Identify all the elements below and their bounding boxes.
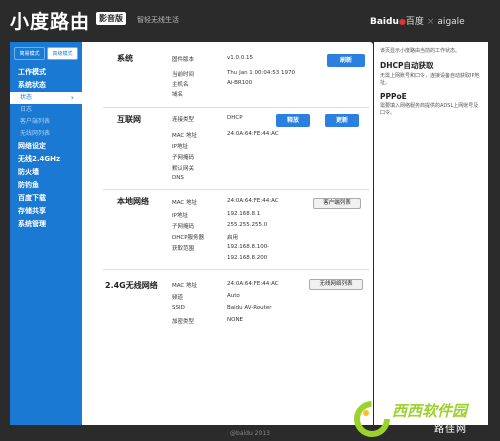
sidebar-item-9[interactable]: 防钓鱼 bbox=[10, 179, 82, 192]
value-hostname: Ai-BR100 bbox=[227, 80, 253, 86]
value-lan-mask: 255.255.255.0 bbox=[227, 222, 268, 228]
label-wan-mask: 子网掩码 bbox=[172, 155, 195, 161]
release-button[interactable]: 释放 bbox=[276, 114, 310, 127]
value-wifi-mac: 24:0A:64:FE:44:AC bbox=[227, 281, 279, 287]
section-title-wifi: 2.4G无线网络 bbox=[105, 281, 158, 290]
edition-badge: 影音版 bbox=[96, 12, 126, 25]
value-time: Thu Jan 1 00:04:53 1970 bbox=[227, 70, 296, 76]
label-wan-dns: DNS bbox=[172, 175, 184, 181]
sidebar-subitem-5[interactable]: 无线网列表 bbox=[10, 128, 82, 140]
sidebar-subitem-2[interactable]: 状态 › bbox=[10, 92, 82, 104]
label-conn-type: 连接类型 bbox=[172, 117, 195, 123]
value-dhcp-range-start: 192.168.8.100- bbox=[227, 244, 270, 250]
value-wifi-encryption: NONE bbox=[227, 317, 244, 323]
section-title-internet: 互联网 bbox=[117, 115, 141, 124]
value-conn-type: DHCP bbox=[227, 115, 243, 121]
help-pppoe-text: 需要填入网络服务商提供的ADSL上网账号及口令。 bbox=[380, 103, 479, 116]
label-wan-mac: MAC 地址 bbox=[172, 133, 197, 139]
watermark: 西西软件园 路佳网 bbox=[350, 398, 500, 441]
logo-separator: × bbox=[426, 17, 435, 27]
sidebar-item-label: 日志 bbox=[20, 106, 33, 113]
renew-button[interactable]: 更新 bbox=[325, 114, 359, 127]
mode-advanced-button[interactable]: 高级模式 bbox=[47, 47, 78, 60]
slogan: 智轻无线生活 bbox=[137, 16, 179, 24]
sidebar-item-label: 百度下载 bbox=[18, 194, 46, 202]
label-lan-ip: IP地址 bbox=[172, 213, 188, 219]
sidebar-item-label: 系统管理 bbox=[18, 220, 46, 228]
sidebar-item-12[interactable]: 系统管理 bbox=[10, 218, 82, 231]
sidebar-subitem-4[interactable]: 客户端列表 bbox=[10, 116, 82, 128]
label-firmware: 固件版本 bbox=[172, 57, 195, 63]
help-pppoe-title: PPPoE bbox=[380, 92, 407, 101]
value-wifi-channel: Auto bbox=[227, 293, 240, 299]
partner-logo: aigale bbox=[437, 17, 465, 27]
sidebar-item-label: 无线2.4GHz bbox=[18, 155, 61, 163]
sidebar-subitem-3[interactable]: 日志 bbox=[10, 104, 82, 116]
section-system: 系统 固件版本 v1.0.0.15 当前时间 Thu Jan 1 00:04:5… bbox=[103, 50, 369, 108]
value-firmware: v1.0.0.15 bbox=[227, 55, 253, 61]
sidebar-item-0[interactable]: 工作模式 bbox=[10, 66, 82, 79]
sidebar-item-8[interactable]: 防火墙 bbox=[10, 166, 82, 179]
section-title-lan: 本地网络 bbox=[117, 197, 149, 206]
sidebar-item-label: 无线网列表 bbox=[20, 130, 51, 137]
sidebar-item-10[interactable]: 百度下载 bbox=[10, 192, 82, 205]
label-lan-mac: MAC 地址 bbox=[172, 200, 197, 206]
label-time: 当前时间 bbox=[172, 72, 195, 78]
value-wifi-ssid: Baidu AV-Router bbox=[227, 305, 272, 311]
help-intro: 该页显示小度路由当前的工作状态。 bbox=[380, 48, 461, 54]
sidebar-item-label: 防钓鱼 bbox=[18, 181, 39, 189]
refresh-button[interactable]: 刷新 bbox=[327, 54, 365, 67]
sidebar-item-1[interactable]: 系统状态 bbox=[10, 79, 82, 92]
sidebar-item-label: 网络设定 bbox=[18, 142, 46, 150]
value-lan-ip: 192.168.8.1 bbox=[227, 211, 261, 217]
label-lan-mask: 子网掩码 bbox=[172, 224, 195, 230]
sidebar-item-label: 防火墙 bbox=[18, 168, 39, 176]
sidebar-item-6[interactable]: 网络设定 bbox=[10, 140, 82, 153]
value-wan-mac: 24:0A:64:FE:44:AC bbox=[227, 131, 279, 137]
sidebar-item-label: 系统状态 bbox=[18, 81, 46, 89]
client-list-button[interactable]: 客户端列表 bbox=[313, 198, 361, 209]
brand-title: 小度路由 bbox=[10, 11, 91, 33]
paw-icon: ● bbox=[398, 17, 406, 26]
sidebar-item-label: 存储共享 bbox=[18, 207, 46, 215]
sidebar: 简易模式 高级模式 工作模式系统状态状态 › 日志客户端列表无线网列表网络设定无线2… bbox=[10, 42, 82, 425]
header: 小度路由 影音版 智轻无线生活 Baidu●百度 × aigale bbox=[0, 0, 500, 38]
help-panel: 该页显示小度路由当前的工作状态。 DHCP自动获取 无需上网账号和口令，连接设备… bbox=[374, 42, 488, 425]
section-title-system: 系统 bbox=[117, 54, 133, 63]
watermark-url: 路佳网 bbox=[434, 424, 467, 435]
wifi-list-button[interactable]: 无线网络列表 bbox=[309, 279, 363, 290]
section-internet: 互联网 连接类型 DHCP MAC 地址 24:0A:64:FE:44:AC I… bbox=[103, 110, 369, 190]
label-hostname: 主机名 bbox=[172, 82, 189, 88]
section-lan: 本地网络 MAC 地址 24:0A:64:FE:44:AC IP地址 192.1… bbox=[103, 192, 369, 270]
brand-logo: Baidu●百度 × aigale bbox=[370, 14, 465, 27]
watermark-logo-icon bbox=[354, 401, 390, 437]
label-wifi-ssid: SSID bbox=[172, 305, 185, 311]
value-dhcp-range-end: 192.168.8.200 bbox=[227, 255, 268, 261]
help-dhcp-text: 无需上网账号和口令，连接设备自动获取IP地址。 bbox=[380, 73, 480, 86]
sidebar-item-7[interactable]: 无线2.4GHz bbox=[10, 153, 82, 166]
label-wifi-encryption: 加密类型 bbox=[172, 319, 195, 325]
label-wan-ip: IP地址 bbox=[172, 144, 188, 150]
sidebar-item-label: 工作模式 bbox=[18, 68, 46, 76]
mode-switch: 简易模式 高级模式 bbox=[10, 42, 82, 66]
section-wifi: 2.4G无线网络 MAC 地址 24:0A:64:FE:44:AC 频道 Aut… bbox=[103, 274, 369, 326]
baidu-logo-cn: 百度 bbox=[405, 17, 424, 27]
label-dhcp-server: DHCP服务器 bbox=[172, 235, 205, 241]
value-dhcp-server: 启用 bbox=[227, 235, 239, 241]
label-wifi-mac: MAC 地址 bbox=[172, 283, 197, 289]
watermark-text: 西西软件园 bbox=[392, 402, 468, 420]
label-dhcp-range: 获取范围 bbox=[172, 246, 195, 252]
sidebar-item-label: 状态 bbox=[20, 94, 33, 101]
label-wan-gateway: 默认网关 bbox=[172, 166, 195, 172]
sidebar-item-label: 客户端列表 bbox=[20, 118, 51, 125]
value-lan-mac: 24:0A:64:FE:44:AC bbox=[227, 198, 279, 204]
label-wifi-channel: 频道 bbox=[172, 295, 184, 301]
sidebar-item-11[interactable]: 存储共享 bbox=[10, 205, 82, 218]
help-dhcp-title: DHCP自动获取 bbox=[380, 61, 434, 70]
sidebar-nav: 工作模式系统状态状态 › 日志客户端列表无线网列表网络设定无线2.4GHz 防火墙防钓… bbox=[10, 66, 82, 231]
chevron-right-icon: › bbox=[70, 93, 74, 102]
label-domain: 域名 bbox=[172, 92, 184, 98]
mode-simple-button[interactable]: 简易模式 bbox=[14, 47, 45, 60]
baidu-logo-text: Baidu bbox=[370, 17, 399, 27]
